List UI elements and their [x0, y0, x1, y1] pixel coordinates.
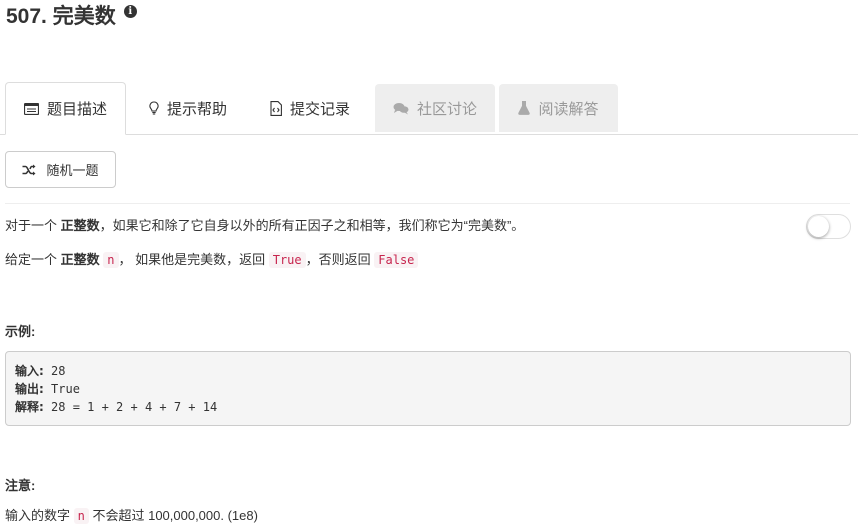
tab-label: 提交记录 — [289, 100, 350, 118]
example-explain-line: 解释: 28 = 1 + 2 + 4 + 7 + 14 — [15, 398, 841, 416]
tab-bar: 题目描述 提示帮助 提交记录 社区讨论 阅读解答 — [0, 82, 858, 135]
inline-code: False — [374, 252, 419, 268]
tab-label: 社区讨论 — [416, 100, 477, 118]
toggle-switch[interactable] — [806, 214, 851, 239]
text: 对于一个 — [5, 218, 61, 233]
tab-hints[interactable]: 提示帮助 — [130, 82, 246, 134]
output-value: True — [43, 382, 80, 396]
tab-description[interactable]: 题目描述 — [5, 82, 126, 135]
info-icon[interactable]: i — [123, 5, 137, 18]
inline-code: n — [103, 252, 119, 268]
code-file-icon — [270, 100, 282, 116]
description-line-1: 对于一个 正整数，如果它和除了它自身以外的所有正因子之和相等，我们称它为“完美数… — [5, 216, 524, 236]
explain-value: 28 = 1 + 2 + 4 + 7 + 14 — [43, 400, 218, 414]
description-icon — [23, 102, 39, 115]
tab-label: 题目描述 — [46, 101, 107, 118]
random-button-label: 随机一题 — [46, 163, 99, 178]
lightbulb-icon — [149, 101, 159, 115]
output-key: 输出: — [15, 382, 44, 396]
input-value: 28 — [43, 364, 66, 378]
tab-discuss[interactable]: 社区讨论 — [375, 84, 495, 132]
input-key: 输入: — [15, 364, 44, 378]
note-line: 输入的数字 n 不会超过 100,000,000. (1e8) — [5, 506, 258, 526]
text: ，如果它和除了它自身以外的所有正因子之和相等，我们称它为“完美数”。 — [99, 218, 525, 233]
note-heading: 注意: — [5, 478, 36, 493]
inline-code: True — [268, 252, 306, 268]
tab-label: 提示帮助 — [166, 100, 227, 118]
tab-submissions[interactable]: 提交记录 — [250, 82, 370, 134]
inline-code: n — [73, 508, 89, 524]
example-code-block: 输入: 28 输出: True 解释: 28 = 1 + 2 + 4 + 7 +… — [5, 351, 851, 426]
example-output-line: 输出: True — [15, 380, 841, 398]
description-line-2: 给定一个 正整数 n， 如果他是完美数，返回 True ，否则返回 False — [5, 250, 419, 270]
text: 输入的数字 — [5, 508, 74, 523]
title-row: 507. 完美数 i — [6, 4, 137, 30]
text: ，否则返回 — [305, 252, 375, 267]
shuffle-icon — [22, 164, 36, 176]
comments-icon — [393, 102, 409, 115]
page-title: 507. 完美数 — [6, 5, 116, 28]
bold-term: 正整数 — [60, 252, 100, 267]
explain-key: 解释: — [15, 400, 44, 414]
example-input-line: 输入: 28 — [15, 362, 841, 380]
bold-term: 正整数 — [60, 218, 100, 233]
random-problem-button[interactable]: 随机一题 — [5, 151, 116, 188]
text: 给定一个 — [5, 252, 61, 267]
tab-label: 阅读解答 — [538, 100, 599, 118]
text: ， 如果他是完美数，返回 — [118, 252, 269, 267]
divider — [5, 203, 850, 204]
example-heading: 示例: — [5, 324, 36, 339]
flask-icon — [518, 101, 531, 115]
tab-solution[interactable]: 阅读解答 — [499, 84, 618, 132]
text: 不会超过 100,000,000. (1e8) — [88, 508, 258, 523]
toggle-knob — [808, 216, 829, 237]
